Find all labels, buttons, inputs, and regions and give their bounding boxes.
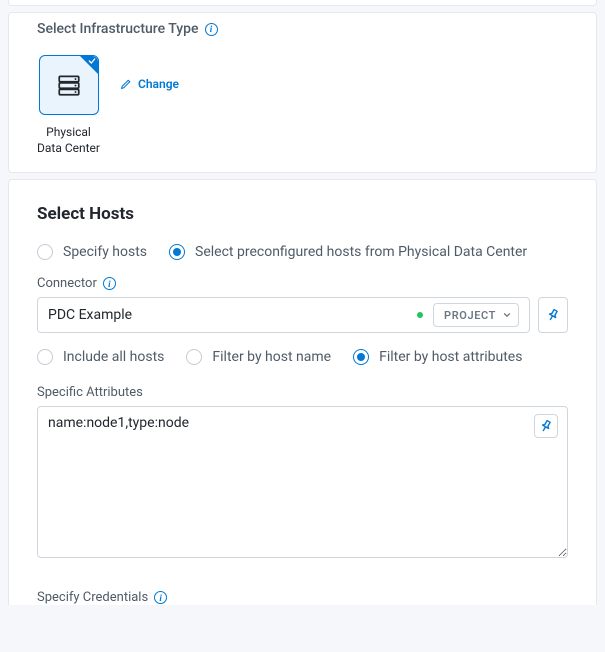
credentials-label-text: Specify Credentials xyxy=(37,590,148,605)
hosts-card: Select Hosts Specify hosts Select precon… xyxy=(8,179,597,605)
chevron-down-icon xyxy=(502,310,512,320)
radio-specify-hosts[interactable]: Specify hosts xyxy=(37,244,147,260)
radio-label: Specify hosts xyxy=(63,244,147,260)
info-icon[interactable]: i xyxy=(103,277,116,290)
scope-label: PROJECT xyxy=(444,309,496,322)
infra-section-title: Select Infrastructure Type i xyxy=(37,21,568,37)
infra-card: Select Infrastructure Type i Physical Da… xyxy=(8,12,597,173)
server-icon xyxy=(56,72,82,98)
attributes-input[interactable] xyxy=(37,406,568,558)
radio-preconfigured-hosts[interactable]: Select preconfigured hosts from Physical… xyxy=(169,244,527,260)
radio-icon xyxy=(169,244,185,260)
infra-tile-label: Physical Data Center xyxy=(37,125,100,156)
radio-icon xyxy=(37,244,53,260)
tile-label-line1: Physical xyxy=(46,125,91,139)
radio-label: Filter by host attributes xyxy=(379,349,522,365)
info-icon[interactable]: i xyxy=(205,23,218,36)
change-label: Change xyxy=(138,77,179,91)
radio-filter-name[interactable]: Filter by host name xyxy=(186,349,331,365)
connector-select[interactable]: PDC Example PROJECT xyxy=(37,297,530,333)
radio-icon xyxy=(353,349,369,365)
infra-row: Physical Data Center Change xyxy=(37,55,568,156)
radio-label: Select preconfigured hosts from Physical… xyxy=(195,244,527,260)
info-icon[interactable]: i xyxy=(154,591,167,604)
radio-include-all[interactable]: Include all hosts xyxy=(37,349,164,365)
connector-value: PDC Example xyxy=(48,307,407,323)
status-dot-icon xyxy=(417,312,423,318)
pin-icon xyxy=(539,419,553,433)
connector-label-text: Connector xyxy=(37,276,97,291)
hosts-heading: Select Hosts xyxy=(37,204,568,224)
infra-tile-box xyxy=(39,55,99,115)
radio-label: Include all hosts xyxy=(63,349,164,365)
previous-card-bottom xyxy=(8,0,597,6)
radio-icon xyxy=(186,349,202,365)
connector-label: Connector i xyxy=(37,276,568,291)
credentials-label: Specify Credentials i xyxy=(37,590,568,605)
pin-icon xyxy=(546,308,560,322)
check-icon xyxy=(88,57,96,65)
change-button[interactable]: Change xyxy=(120,77,179,91)
tile-label-line2: Data Center xyxy=(37,141,100,155)
infra-tile-pdc[interactable]: Physical Data Center xyxy=(37,55,100,156)
radio-icon xyxy=(37,349,53,365)
pin-button[interactable] xyxy=(534,414,558,438)
pencil-icon xyxy=(120,78,132,90)
infra-title-text: Select Infrastructure Type xyxy=(37,21,199,37)
radio-filter-attr[interactable]: Filter by host attributes xyxy=(353,349,522,365)
radio-label: Filter by host name xyxy=(212,349,331,365)
pin-button[interactable] xyxy=(538,297,568,333)
hosts-source-radio-row: Specify hosts Select preconfigured hosts… xyxy=(37,244,568,260)
connector-row: PDC Example PROJECT xyxy=(37,297,568,333)
scope-badge[interactable]: PROJECT xyxy=(433,303,519,327)
attributes-box xyxy=(37,406,568,562)
hosts-filter-radio-row: Include all hosts Filter by host name Fi… xyxy=(37,349,568,365)
attributes-label: Specific Attributes xyxy=(37,385,568,400)
